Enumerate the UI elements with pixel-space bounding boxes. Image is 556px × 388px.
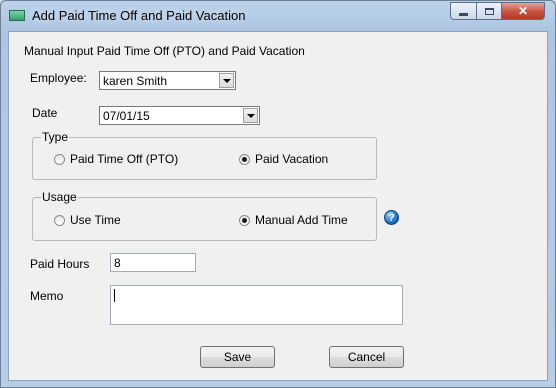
- usage-group: Usage Use Time Manual Add Time: [32, 190, 377, 241]
- app-icon: [9, 10, 25, 21]
- usage-group-title: Usage: [41, 190, 78, 204]
- dialog-client-area: Manual Input Paid Time Off (PTO) and Pai…: [8, 31, 548, 381]
- minimize-icon: [459, 12, 468, 16]
- radio-use-time-button[interactable]: [54, 214, 65, 226]
- radio-paid-vacation-label: Paid Vacation: [255, 152, 329, 166]
- maximize-button[interactable]: [476, 2, 502, 20]
- employee-dropdown-button[interactable]: [219, 73, 234, 88]
- paid-hours-input[interactable]: 8: [110, 253, 196, 272]
- date-picker[interactable]: 07/01/15: [99, 106, 260, 125]
- save-button[interactable]: Save: [200, 346, 275, 368]
- help-icon[interactable]: ?: [384, 210, 399, 225]
- radio-paid-vacation[interactable]: Paid Vacation: [239, 152, 328, 166]
- radio-use-time[interactable]: Use Time: [54, 213, 121, 227]
- radio-pto-label: Paid Time Off (PTO): [70, 152, 179, 166]
- cancel-button[interactable]: Cancel: [329, 346, 404, 368]
- radio-pto-button[interactable]: [54, 153, 65, 165]
- memo-label: Memo: [30, 289, 64, 303]
- chevron-down-icon: [246, 113, 255, 118]
- type-group: Type Paid Time Off (PTO) Paid Vacation: [32, 130, 377, 180]
- radio-manual-add-time-button[interactable]: [239, 214, 250, 226]
- paid-hours-label: Paid Hours: [30, 257, 90, 271]
- text-caret: [114, 289, 115, 302]
- radio-use-time-label: Use Time: [70, 213, 121, 227]
- type-group-title: Type: [41, 130, 70, 144]
- employee-label: Employee:: [30, 71, 87, 85]
- title-bar[interactable]: Add Paid Time Off and Paid Vacation ✕: [1, 1, 555, 31]
- window-title: Add Paid Time Off and Paid Vacation: [32, 8, 246, 23]
- employee-value: karen Smith: [103, 74, 168, 88]
- employee-select[interactable]: karen Smith: [99, 71, 236, 90]
- minimize-button[interactable]: [450, 2, 477, 20]
- radio-paid-vacation-button[interactable]: [239, 153, 250, 165]
- date-value: 07/01/15: [103, 109, 150, 123]
- close-icon: ✕: [517, 4, 529, 18]
- memo-textarea[interactable]: [110, 285, 403, 325]
- dialog-window: Add Paid Time Off and Paid Vacation ✕ Ma…: [0, 0, 556, 388]
- radio-manual-add-time-label: Manual Add Time: [255, 213, 348, 227]
- radio-manual-add-time[interactable]: Manual Add Time: [239, 213, 348, 227]
- paid-hours-value: 8: [114, 256, 121, 270]
- header-text: Manual Input Paid Time Off (PTO) and Pai…: [24, 44, 305, 58]
- radio-pto[interactable]: Paid Time Off (PTO): [54, 152, 178, 166]
- date-dropdown-button[interactable]: [243, 108, 258, 123]
- date-label: Date: [32, 106, 58, 120]
- chevron-down-icon: [222, 78, 231, 83]
- close-button[interactable]: ✕: [501, 2, 545, 20]
- maximize-icon: [484, 7, 494, 15]
